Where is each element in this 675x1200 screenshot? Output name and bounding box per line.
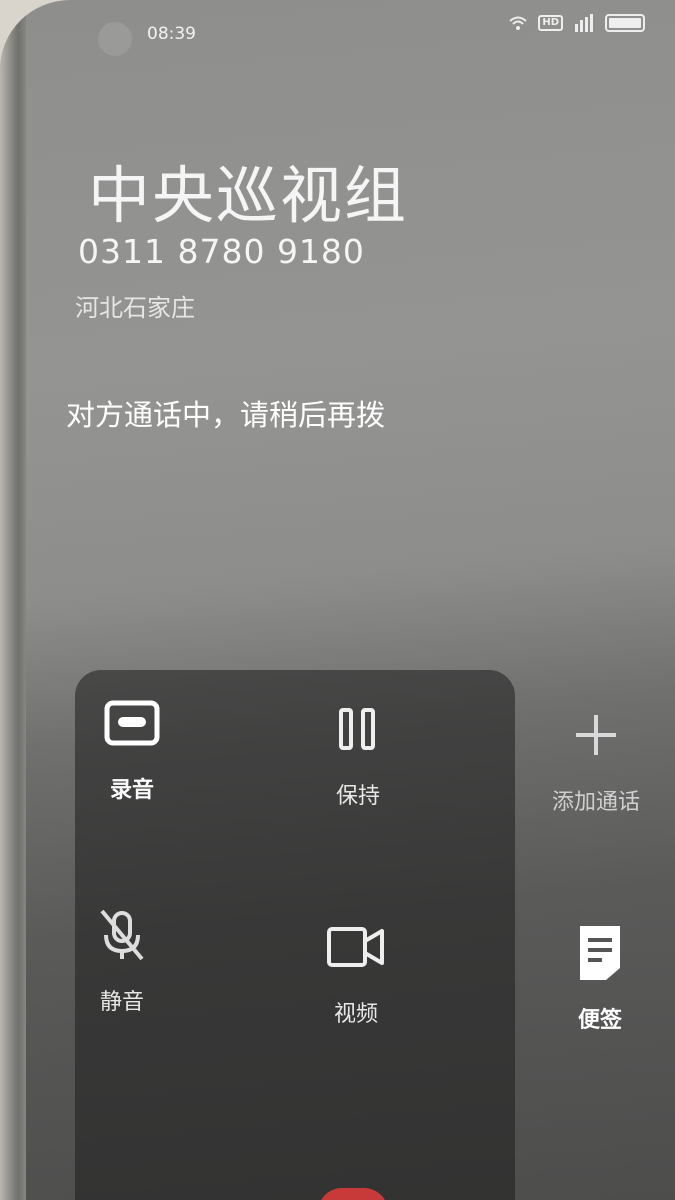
status-time: 08:39: [147, 24, 196, 44]
add-call-button[interactable]: 添加通话: [516, 700, 675, 816]
notes-button[interactable]: 便签: [520, 918, 675, 1034]
wifi-icon: [509, 16, 527, 30]
cassette-icon: [97, 688, 167, 758]
notes-label: 便签: [577, 1008, 622, 1033]
call-status: 对方通话中，请稍后再拨: [66, 398, 386, 432]
record-button[interactable]: 录音: [52, 688, 212, 804]
mic-off-icon: [87, 900, 157, 970]
mute-button[interactable]: 静音: [42, 900, 202, 1016]
video-label: 视频: [333, 1002, 378, 1027]
add-call-label: 添加通话: [551, 790, 640, 815]
phone-number: 0311 8780 9180: [78, 232, 365, 271]
hold-label: 保持: [335, 784, 380, 809]
pause-icon: [323, 694, 393, 764]
phone-screen: 08:39 HD 中央巡视组 0311 8780 9180 河北石家庄 对方通话…: [0, 0, 675, 1200]
plus-icon: [561, 700, 631, 770]
contact-name: 中央巡视组: [88, 159, 409, 232]
video-camera-icon: [321, 912, 391, 982]
hd-icon: HD: [538, 15, 563, 31]
phone-bezel: [0, 0, 26, 1200]
battery-icon: [605, 14, 645, 32]
record-label: 录音: [109, 778, 154, 803]
status-icons: HD: [508, 14, 645, 32]
caller-location: 河北石家庄: [75, 294, 195, 322]
mute-label: 静音: [99, 990, 144, 1015]
note-icon: [565, 918, 635, 988]
hold-button[interactable]: 保持: [278, 694, 438, 810]
front-camera: [98, 22, 132, 56]
signal-icon: [575, 14, 593, 32]
video-button[interactable]: 视频: [276, 912, 436, 1028]
